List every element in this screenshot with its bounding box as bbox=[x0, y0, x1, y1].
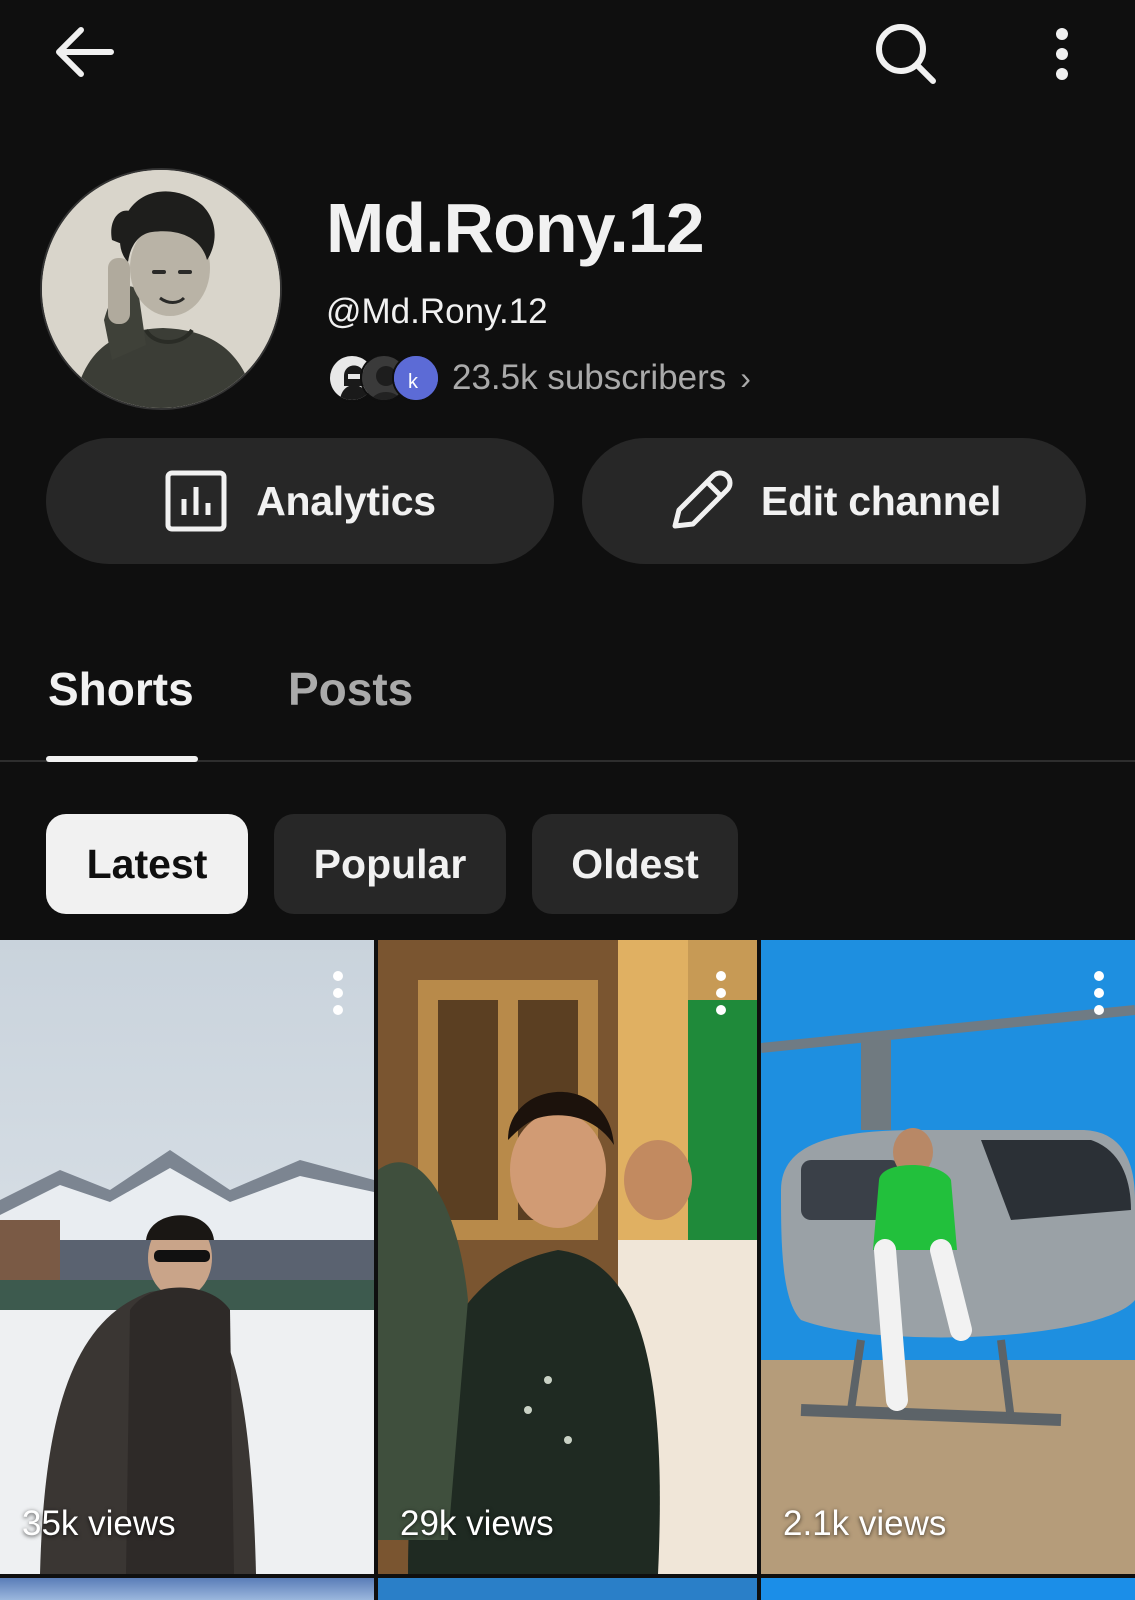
short-thumbnail[interactable]: 29k views bbox=[378, 940, 757, 1574]
more-vert-icon[interactable] bbox=[1089, 970, 1109, 1016]
analytics-button[interactable]: Analytics bbox=[46, 438, 554, 564]
view-count: 2.1k views bbox=[783, 1504, 947, 1543]
edit-channel-button[interactable]: Edit channel bbox=[582, 438, 1086, 564]
analytics-icon bbox=[165, 470, 227, 532]
tab-posts[interactable]: Posts bbox=[288, 662, 413, 716]
helicopter-thumbnail bbox=[761, 940, 1135, 1574]
channel-name: Md.Rony.12 bbox=[326, 189, 705, 267]
subscriber-avatar: k bbox=[392, 354, 440, 402]
chevron-right-icon: › bbox=[740, 359, 751, 396]
channel-tabs: Shorts Posts bbox=[0, 640, 1135, 762]
short-thumbnail[interactable]: 2.1k views bbox=[761, 940, 1135, 1574]
active-tab-indicator bbox=[46, 756, 198, 762]
more-options-button[interactable] bbox=[1030, 18, 1094, 90]
subscriber-avatars: k bbox=[328, 352, 448, 404]
search-icon bbox=[876, 24, 936, 84]
short-thumbnail-partial[interactable] bbox=[0, 1578, 374, 1600]
view-count: 35k views bbox=[22, 1504, 176, 1543]
channel-avatar[interactable] bbox=[40, 168, 282, 410]
filter-chip-oldest[interactable]: Oldest bbox=[532, 814, 738, 914]
short-thumbnail-partial[interactable] bbox=[761, 1578, 1135, 1600]
avatar-photo bbox=[42, 170, 280, 408]
back-button[interactable] bbox=[48, 18, 120, 86]
view-count: 29k views bbox=[400, 1504, 554, 1543]
filter-chip-popular[interactable]: Popular bbox=[274, 814, 506, 914]
edit-channel-label: Edit channel bbox=[760, 477, 1002, 524]
short-thumbnail-partial[interactable] bbox=[378, 1578, 757, 1600]
pencil-icon bbox=[672, 470, 733, 529]
tab-shorts[interactable]: Shorts bbox=[48, 662, 194, 716]
shorts-grid: 35k views 29k views 2.1k views bbox=[0, 940, 1135, 1600]
more-vert-icon bbox=[1056, 28, 1068, 80]
portrait-thumbnail bbox=[378, 940, 757, 1574]
search-button[interactable] bbox=[870, 18, 942, 90]
svg-text:k: k bbox=[408, 371, 419, 393]
top-bar bbox=[0, 0, 1135, 110]
subscriber-count: 23.5k subscribers bbox=[452, 358, 727, 397]
filter-chip-latest[interactable]: Latest bbox=[46, 814, 248, 914]
arrow-left-icon bbox=[56, 27, 114, 77]
more-vert-icon[interactable] bbox=[711, 970, 731, 1016]
snow-mountain-thumbnail bbox=[0, 940, 374, 1574]
channel-handle: @Md.Rony.12 bbox=[326, 292, 548, 331]
short-thumbnail[interactable]: 35k views bbox=[0, 940, 374, 1574]
more-vert-icon[interactable] bbox=[328, 970, 348, 1016]
analytics-label: Analytics bbox=[256, 477, 436, 524]
subscribers-row[interactable]: k 23.5k subscribers › bbox=[328, 352, 751, 404]
